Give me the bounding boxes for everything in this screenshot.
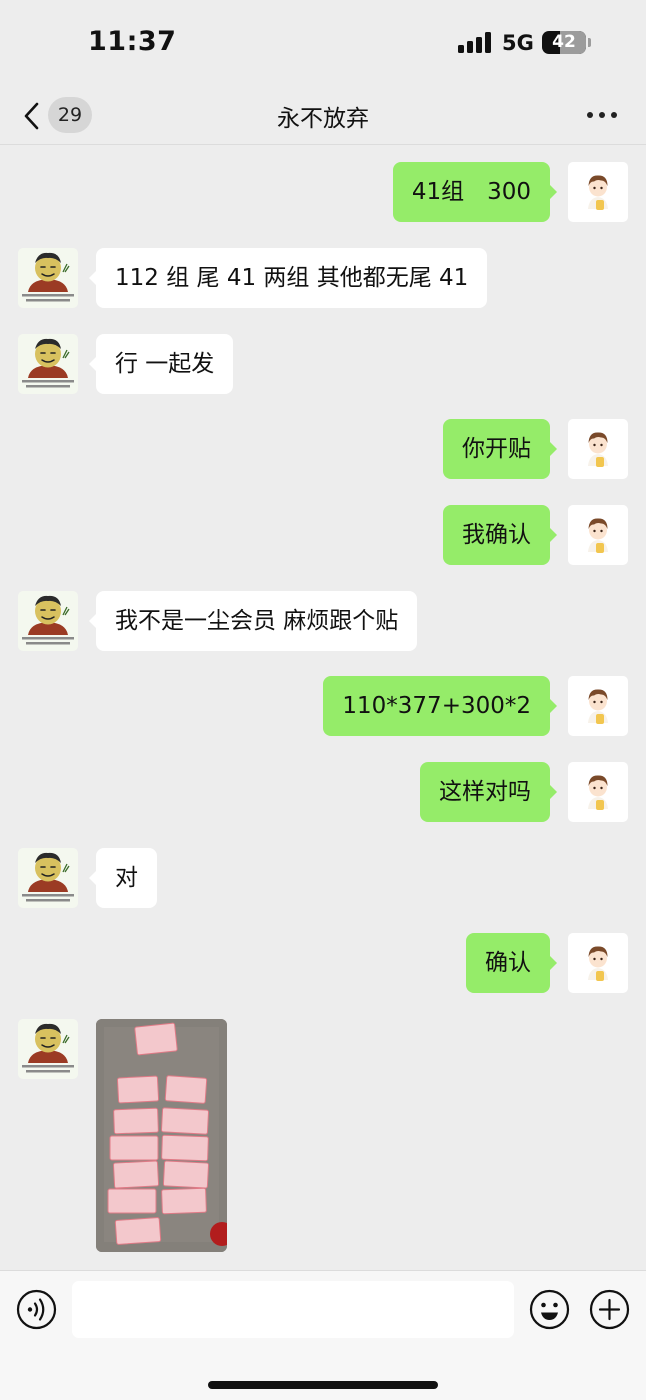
status-bar: 11:37 5G 42 xyxy=(0,0,646,85)
boy-avatar-icon xyxy=(588,775,608,810)
boy-avatar-icon xyxy=(588,432,608,467)
battery-icon: 42 xyxy=(542,31,586,54)
message-bubble[interactable]: 110*377+300*2 xyxy=(323,676,557,736)
more-dot xyxy=(587,112,593,118)
voice-icon xyxy=(16,1289,57,1330)
boy-avatar-icon xyxy=(588,175,608,210)
my-avatar[interactable] xyxy=(568,933,628,993)
message-bubble[interactable]: 112 组 尾 41 两组 其他都无尾 41 xyxy=(88,248,488,308)
contact-avatar[interactable] xyxy=(18,334,78,394)
contact-avatar[interactable] xyxy=(18,591,78,651)
cartoon-man-avatar-icon xyxy=(22,338,74,388)
image-message[interactable] xyxy=(96,1019,227,1252)
boy-avatar-icon xyxy=(588,689,608,724)
message-bubble[interactable]: 我确认 xyxy=(443,505,557,565)
plus-icon xyxy=(589,1289,630,1330)
signal-icon xyxy=(458,31,494,53)
more-dot xyxy=(599,112,605,118)
battery-level: 42 xyxy=(552,32,576,52)
cartoon-man-avatar-icon xyxy=(22,1023,74,1073)
emoji-icon xyxy=(529,1289,570,1330)
input-bar xyxy=(0,1270,646,1400)
message-list[interactable]: 41组 300 112 组 尾 41 两组 其他都无尾 41 行 一起发 你开贴… xyxy=(0,146,646,1270)
voice-button[interactable] xyxy=(16,1289,57,1330)
more-dot xyxy=(611,112,617,118)
my-avatar[interactable] xyxy=(568,162,628,222)
more-button[interactable] xyxy=(585,103,625,127)
photo-of-tickets xyxy=(96,1019,227,1252)
message-bubble[interactable]: 你开贴 xyxy=(443,419,557,479)
boy-avatar-icon xyxy=(588,946,608,981)
contact-avatar[interactable] xyxy=(18,248,78,308)
boy-avatar-icon xyxy=(588,518,608,553)
message-bubble[interactable]: 行 一起发 xyxy=(88,334,234,394)
my-avatar[interactable] xyxy=(568,676,628,736)
contact-avatar[interactable] xyxy=(18,1019,78,1079)
my-avatar[interactable] xyxy=(568,419,628,479)
home-indicator xyxy=(208,1381,438,1389)
my-avatar[interactable] xyxy=(568,762,628,822)
message-bubble[interactable]: 确认 xyxy=(466,933,557,993)
message-input[interactable] xyxy=(72,1281,514,1338)
message-bubble[interactable]: 我不是一尘会员 麻烦跟个贴 xyxy=(88,591,418,651)
message-bubble[interactable]: 41组 300 xyxy=(392,162,558,222)
plus-button[interactable] xyxy=(589,1289,630,1330)
cartoon-man-avatar-icon xyxy=(22,252,74,302)
my-avatar[interactable] xyxy=(568,505,628,565)
cartoon-man-avatar-icon xyxy=(22,595,74,645)
message-bubble[interactable]: 这样对吗 xyxy=(420,762,557,822)
battery-tip xyxy=(588,38,591,47)
network-label: 5G xyxy=(502,31,534,55)
status-time: 11:37 xyxy=(88,26,177,57)
contact-avatar[interactable] xyxy=(18,848,78,908)
chat-title: 永不放弃 xyxy=(277,106,369,132)
emoji-button[interactable] xyxy=(529,1289,570,1330)
message-bubble[interactable]: 对 xyxy=(89,848,157,908)
chat-header: 29 永不放弃 xyxy=(0,85,646,145)
cartoon-man-avatar-icon xyxy=(22,852,74,902)
